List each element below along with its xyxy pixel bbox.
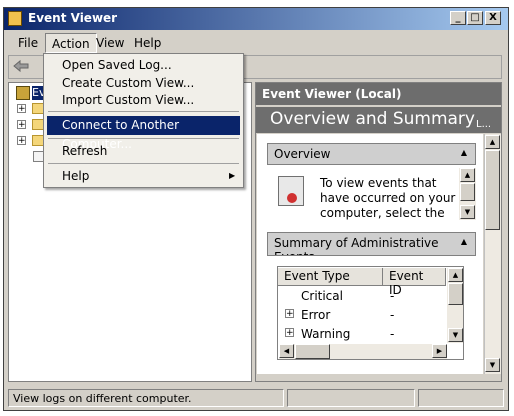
close-button[interactable]: X [485,11,501,25]
summary-section-title: Summary of Administrative Events [274,236,439,255]
scroll-down-arrow-icon[interactable]: ▼ [448,328,463,342]
overview-description: To view events that have occurred on you… [320,176,456,220]
scroll-up-arrow-icon[interactable]: ▲ [485,135,500,149]
event-viewer-node-icon [16,86,30,100]
overview-section-title: Overview [274,147,331,161]
table-cell-event-type: Critical [301,289,343,303]
expand-icon[interactable]: + [17,104,26,114]
table-cell-event-type: Warning [301,327,351,341]
scroll-down-arrow-icon[interactable]: ▼ [485,358,500,372]
scroll-up-arrow-icon[interactable]: ▲ [448,268,463,282]
status-pane [418,389,504,407]
error-badge-icon [287,193,297,203]
menu-item-help[interactable]: Help [47,167,240,186]
menu-file[interactable]: File [12,33,44,53]
maximize-button[interactable]: □ [467,11,483,25]
scroll-left-arrow-icon[interactable]: ◀ [279,344,294,358]
status-text: View logs on different computer. [8,389,284,407]
collapse-chevron-icon[interactable]: ▲ [461,237,467,246]
menu-separator [48,111,239,112]
expand-icon[interactable]: + [285,309,294,319]
scrollbar-thumb[interactable] [485,150,500,230]
minimize-button[interactable]: _ [450,11,466,25]
collapse-chevron-icon[interactable]: ▲ [461,148,467,157]
overview-title-overflow: L... [476,119,492,130]
expand-icon[interactable]: + [17,136,26,146]
menu-item-import-custom-view[interactable]: Import Custom View... [47,91,240,110]
menu-item-open-saved-log[interactable]: Open Saved Log... [47,56,240,75]
column-header-event-id[interactable]: Event ID [383,268,446,297]
window-title: Event Viewer [28,11,118,25]
expand-icon[interactable]: + [17,120,26,130]
title-bar[interactable]: Event Viewer [4,8,508,30]
menu-item-refresh[interactable]: Refresh [47,142,240,161]
table-cell-event-id: - [390,308,395,322]
table-hscroll-thumb[interactable] [295,344,330,359]
menu-separator [48,138,239,139]
overview-scroll-thumb[interactable] [460,183,475,201]
table-cell-event-id: - [390,289,395,303]
expand-icon[interactable]: + [285,328,294,338]
menu-action[interactable]: Action [45,33,97,53]
menu-view[interactable]: View [90,33,130,53]
scroll-down-arrow-icon[interactable]: ▼ [460,205,475,219]
menu-separator [48,163,239,164]
status-pane [287,389,415,407]
submenu-arrow-icon: ▶ [229,171,236,180]
overview-summary-title: Overview and Summary [256,107,501,133]
menu-help[interactable]: Help [128,33,167,53]
pane-header: Event Viewer (Local) [256,83,501,105]
back-arrow-icon[interactable] [12,58,30,74]
scroll-right-arrow-icon[interactable]: ▶ [432,344,447,358]
summary-section-header[interactable]: Summary of Administrative Events ▲ [267,232,476,256]
table-cell-event-id: - [390,327,395,341]
table-scroll-thumb[interactable] [448,283,463,305]
event-viewer-app-icon [8,11,22,26]
table-cell-event-type: Error [301,308,331,322]
overview-section-header[interactable]: Overview ▲ [267,143,476,165]
scroll-up-arrow-icon[interactable]: ▲ [460,168,475,182]
menu-item-connect-to-another-computer[interactable]: Connect to Another Computer... [47,116,240,151]
column-header-event-type[interactable]: Event Type [278,268,383,286]
